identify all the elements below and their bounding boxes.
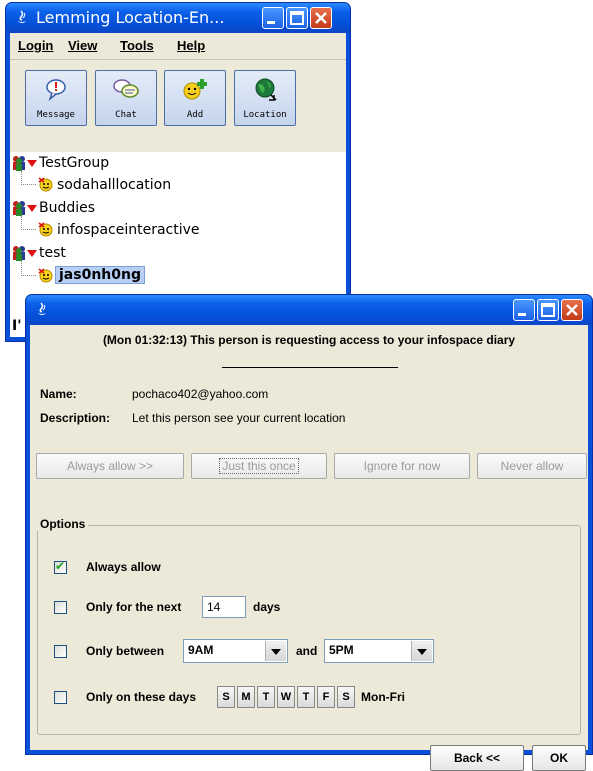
only-between-label: Only between xyxy=(86,644,165,658)
dialog-client-area: (Mon 01:32:13) This person is requesting… xyxy=(30,325,588,771)
day-toggle-friday[interactable]: F xyxy=(317,686,335,708)
description-value: Let this person see your current locatio… xyxy=(132,411,346,425)
only-next-label: Only for the next xyxy=(86,600,182,614)
maximize-icon xyxy=(290,11,304,25)
group-node[interactable]: Buddies xyxy=(39,200,95,216)
chevron-down-icon xyxy=(265,641,286,661)
name-label: Name: xyxy=(40,387,77,401)
toolbar: Message Chat Add Location xyxy=(10,59,346,153)
chat-button[interactable]: Chat xyxy=(95,70,157,126)
always-allow-button[interactable]: Always allow >> xyxy=(36,453,184,479)
close-button[interactable] xyxy=(561,299,583,321)
close-button[interactable] xyxy=(310,7,332,29)
description-label: Description: xyxy=(40,411,111,425)
globe-icon xyxy=(255,78,277,101)
maximize-button[interactable] xyxy=(286,7,308,29)
day-toggle-monday[interactable]: M xyxy=(237,686,255,708)
partial-status-text: I' xyxy=(12,318,22,334)
just-this-once-button[interactable]: Just this once xyxy=(191,453,327,479)
request-dialog: (Mon 01:32:13) This person is requesting… xyxy=(25,294,593,771)
always-allow-checkbox[interactable]: ✔ xyxy=(54,559,67,574)
menu-login[interactable]: Login xyxy=(18,38,53,53)
buddy-smiley-icon xyxy=(38,268,53,283)
always-allow-label: Always allow xyxy=(86,560,161,574)
tree-connector xyxy=(21,171,36,185)
window-title: Lemming Location-En... xyxy=(36,8,225,27)
only-between-checkbox[interactable] xyxy=(54,645,67,658)
minimize-icon xyxy=(518,313,526,316)
request-message: (Mon 01:32:13) This person is requesting… xyxy=(102,333,516,347)
and-label: and xyxy=(296,644,318,658)
close-icon xyxy=(315,12,327,24)
days-suffix-label: days xyxy=(253,600,281,614)
buddy-node[interactable]: sodahalllocation xyxy=(57,177,171,193)
java-icon xyxy=(18,10,26,23)
add-button[interactable]: Add xyxy=(164,70,226,126)
main-window: Lemming Location-En... Login View Tools … xyxy=(5,2,351,342)
minimize-button[interactable] xyxy=(513,299,535,321)
close-icon xyxy=(566,304,578,316)
maximize-button[interactable] xyxy=(537,299,559,321)
chat-bubbles-icon xyxy=(113,79,139,98)
day-toggle-wednesday[interactable]: W xyxy=(277,686,295,708)
minimize-button[interactable] xyxy=(262,7,284,29)
menu-tools[interactable]: Tools xyxy=(120,38,154,53)
back-button[interactable]: Back << xyxy=(430,745,524,771)
mon-fri-label: Mon-Fri xyxy=(361,690,405,704)
menu-bar: Login View Tools Help xyxy=(10,33,346,59)
minimize-icon xyxy=(267,21,275,24)
day-toggle-sunday[interactable]: S xyxy=(217,686,235,708)
message-button[interactable]: Message xyxy=(25,70,87,126)
ignore-for-now-button[interactable]: Ignore for now xyxy=(334,453,470,479)
only-days-checkbox[interactable] xyxy=(54,691,67,704)
buddy-node-selected[interactable]: jas0nh0ng xyxy=(55,266,145,284)
name-value: pochaco402@yahoo.com xyxy=(132,387,269,401)
location-button[interactable]: Location xyxy=(234,70,296,126)
only-days-label: Only on these days xyxy=(86,690,197,704)
group-people-icon xyxy=(13,201,37,216)
never-allow-button[interactable]: Never allow xyxy=(477,453,587,479)
start-time-select[interactable]: 9AM xyxy=(183,639,288,663)
divider xyxy=(222,367,398,368)
day-toggle-thursday[interactable]: T xyxy=(297,686,315,708)
ok-button[interactable]: OK xyxy=(532,745,586,771)
buddy-smiley-icon xyxy=(38,177,53,192)
end-time-select[interactable]: 5PM xyxy=(324,639,434,663)
chevron-down-icon xyxy=(411,641,432,661)
day-toggle-saturday[interactable]: S xyxy=(337,686,355,708)
group-people-icon xyxy=(13,156,37,171)
add-contact-icon xyxy=(183,79,207,100)
options-title: Options xyxy=(37,517,89,531)
message-bubble-icon xyxy=(46,79,66,101)
group-node[interactable]: TestGroup xyxy=(39,155,109,171)
check-mark-icon: ✔ xyxy=(55,559,66,573)
menu-help[interactable]: Help xyxy=(177,38,205,53)
buddy-node[interactable]: infospaceinteractive xyxy=(57,222,200,238)
group-node[interactable]: test xyxy=(39,245,66,261)
tree-connector xyxy=(21,216,36,230)
main-client-area: Login View Tools Help Message Chat Add L… xyxy=(10,33,346,337)
java-icon xyxy=(38,302,46,315)
days-count-input[interactable]: 14 xyxy=(202,596,246,618)
dialog-title-bar[interactable] xyxy=(26,295,592,325)
title-bar[interactable]: Lemming Location-En... xyxy=(6,3,350,33)
group-people-icon xyxy=(13,246,37,261)
only-next-checkbox[interactable] xyxy=(54,601,67,614)
menu-view[interactable]: View xyxy=(68,38,97,53)
tree-connector xyxy=(21,261,36,276)
day-toggle-tuesday[interactable]: T xyxy=(257,686,275,708)
maximize-icon xyxy=(541,303,555,317)
buddy-smiley-icon xyxy=(38,222,53,237)
